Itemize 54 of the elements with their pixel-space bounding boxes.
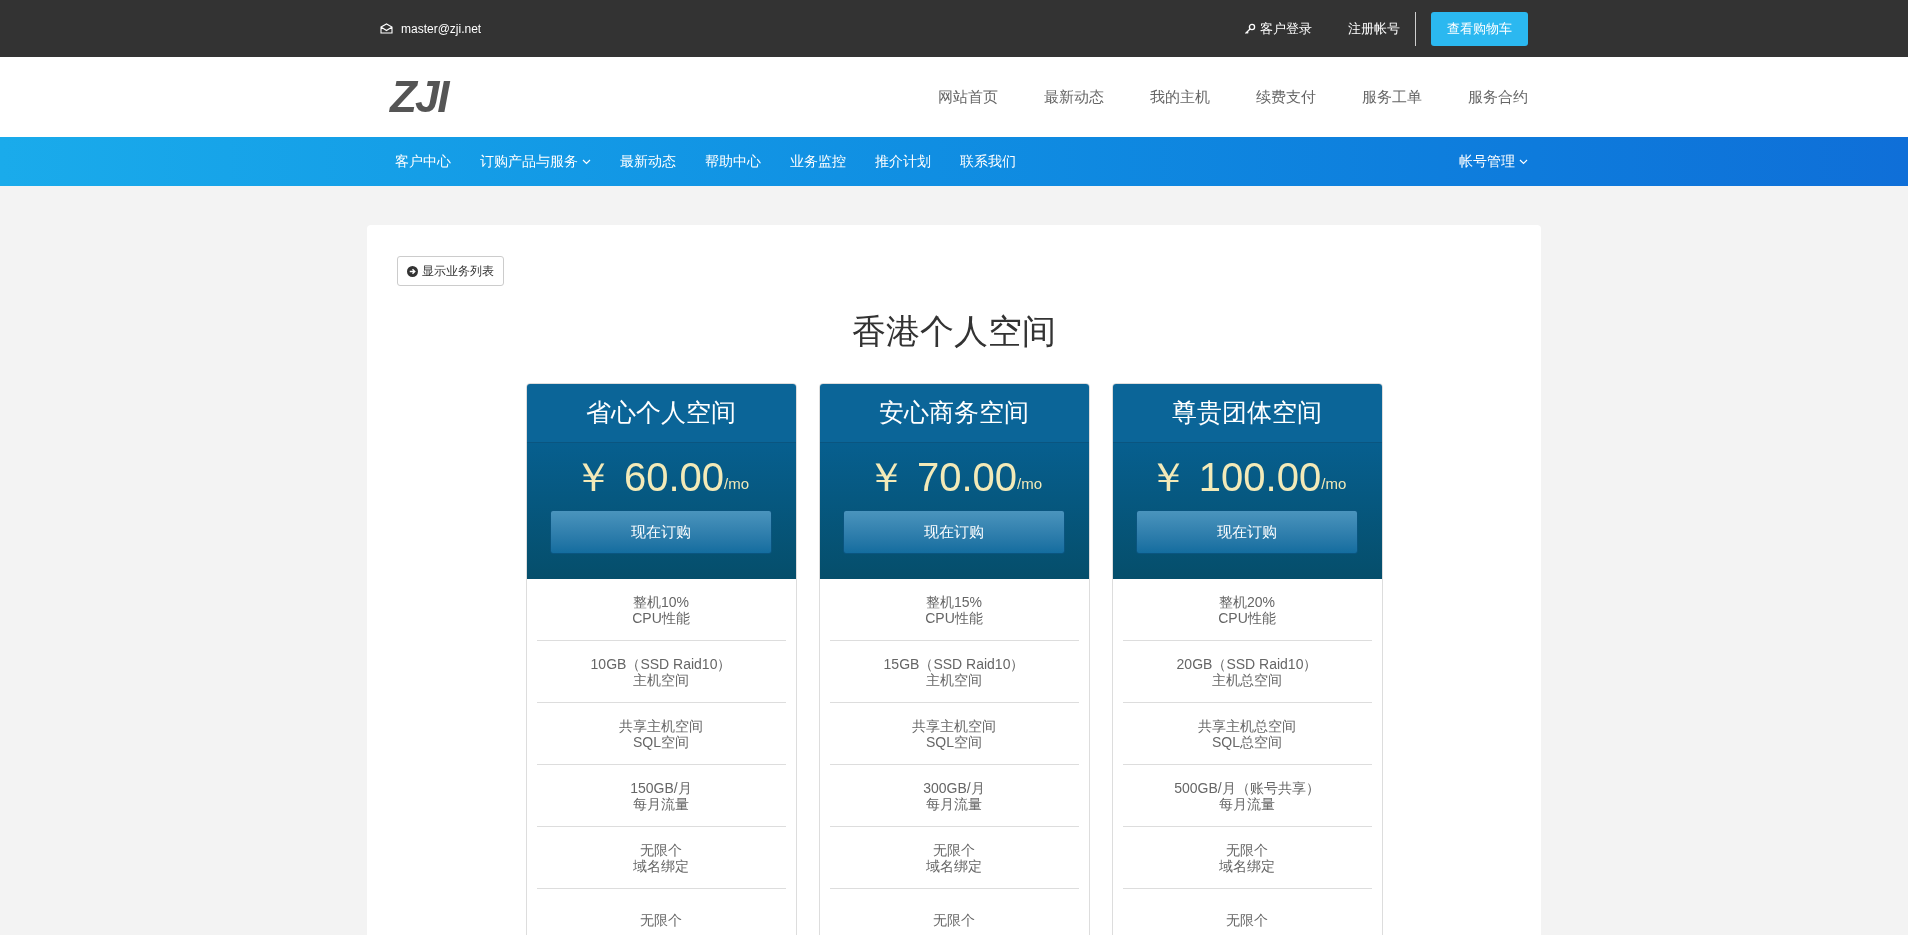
header-link[interactable]: 网站首页 — [938, 85, 998, 109]
nav-item[interactable]: 联系我们 — [960, 151, 1016, 172]
plan-name: 安心商务空间 — [879, 397, 1029, 429]
feature-text: 整机10% CPU性能 — [632, 593, 690, 626]
feature-text: 整机20% CPU性能 — [1218, 593, 1276, 626]
feature-text: 10GB（SSD Raid10） 主机空间 — [590, 655, 732, 688]
feature-text: 共享主机总空间 SQL总空间 — [1198, 717, 1296, 750]
envelope-icon — [380, 23, 393, 34]
header-link[interactable]: 我的主机 — [1150, 85, 1210, 109]
arrow-circle-icon — [407, 265, 418, 277]
register-link[interactable]: 注册帐号 — [1348, 18, 1400, 39]
header-link[interactable]: 最新动态 — [1044, 85, 1104, 109]
plan-price: ￥ 70.00 — [865, 454, 1018, 501]
nav-item[interactable]: 推介计划 — [875, 151, 931, 172]
nav-item[interactable]: 最新动态 — [620, 151, 676, 172]
price-unit: /mo — [1321, 474, 1347, 494]
price-unit: /mo — [724, 474, 750, 494]
feature-text: 无限个 域名绑定 — [1219, 841, 1275, 874]
feature-text: 无限个 域名绑定 — [926, 841, 982, 874]
feature-text: 无限个 域名绑定 — [633, 841, 689, 874]
feature-text: 500GB/月（账号共享） 每月流量 — [1174, 779, 1320, 812]
logo[interactable]: ZJI — [390, 64, 448, 130]
email-text: master@zji.net — [401, 20, 482, 38]
feature-text: 共享主机空间 SQL空间 — [912, 717, 996, 750]
header-link[interactable]: 续费支付 — [1256, 85, 1316, 109]
feature-text: 整机15% CPU性能 — [925, 593, 983, 626]
feature-text: 无限个 — [640, 911, 682, 928]
header-link[interactable]: 服务工单 — [1362, 85, 1422, 109]
feature-text: 无限个 — [933, 911, 975, 928]
show-list-button[interactable]: 显示业务列表 — [397, 256, 504, 286]
key-icon — [1244, 22, 1256, 35]
order-button[interactable]: 现在订购 — [843, 510, 1065, 554]
nav-item[interactable]: 帮助中心 — [705, 151, 761, 172]
order-button[interactable]: 现在订购 — [550, 510, 772, 554]
plan-name: 省心个人空间 — [586, 397, 736, 429]
feature-text: 300GB/月 每月流量 — [923, 779, 985, 812]
nav-item[interactable]: 订购产品与服务 — [480, 151, 591, 172]
login-link[interactable]: 客户登录 — [1260, 18, 1312, 39]
feature-text: 无限个 — [1226, 911, 1268, 928]
order-button[interactable]: 现在订购 — [1136, 510, 1358, 554]
feature-text: 15GB（SSD Raid10） 主机空间 — [883, 655, 1025, 688]
plan-price: ￥ 100.00 — [1147, 454, 1322, 501]
plan-price: ￥ 60.00 — [572, 454, 725, 501]
price-unit: /mo — [1017, 474, 1043, 494]
page-title: 香港个人空间 — [851, 311, 1057, 352]
nav-item[interactable]: 业务监控 — [790, 151, 846, 172]
header-link[interactable]: 服务合约 — [1468, 85, 1528, 109]
cart-button[interactable]: 查看购物车 — [1431, 11, 1528, 46]
nav-item[interactable]: 客户中心 — [395, 151, 451, 172]
feature-text: 共享主机空间 SQL空间 — [619, 717, 703, 750]
feature-text: 150GB/月 每月流量 — [630, 779, 692, 812]
account-menu[interactable]: 帐号管理 — [1459, 151, 1528, 172]
plan-name: 尊贵团体空间 — [1172, 397, 1322, 429]
feature-text: 20GB（SSD Raid10） 主机总空间 — [1176, 655, 1318, 688]
